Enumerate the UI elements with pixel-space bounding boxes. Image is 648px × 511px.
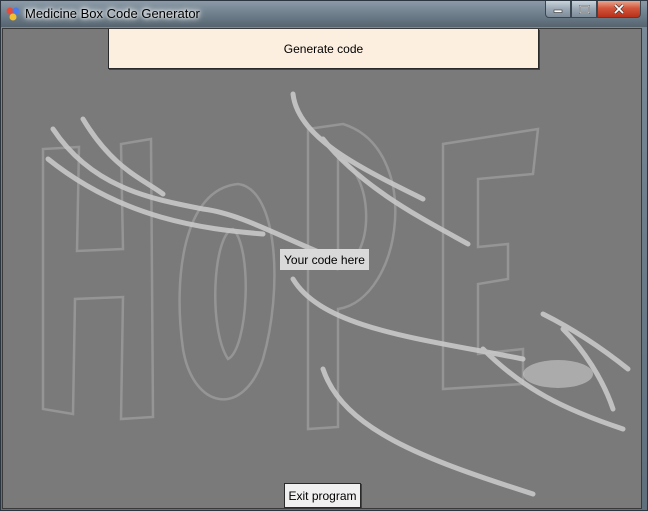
maximize-button[interactable] (571, 1, 597, 18)
app-icon (6, 7, 20, 21)
app-window: Medicine Box Code Generator Generate cod… (0, 0, 648, 511)
close-icon (613, 4, 625, 14)
minimize-button[interactable] (545, 1, 571, 18)
minimize-icon (553, 9, 563, 13)
code-output-label: Your code here (280, 249, 369, 270)
exit-program-button[interactable]: Exit program (284, 483, 361, 508)
window-controls (545, 1, 641, 19)
generate-code-button[interactable]: Generate code (108, 29, 539, 69)
title-bar[interactable]: Medicine Box Code Generator (1, 1, 647, 27)
close-button[interactable] (597, 1, 641, 18)
client-area: Generate code Your code here Exit progra… (2, 28, 642, 509)
maximize-icon (578, 4, 590, 14)
window-title: Medicine Box Code Generator (25, 6, 200, 21)
